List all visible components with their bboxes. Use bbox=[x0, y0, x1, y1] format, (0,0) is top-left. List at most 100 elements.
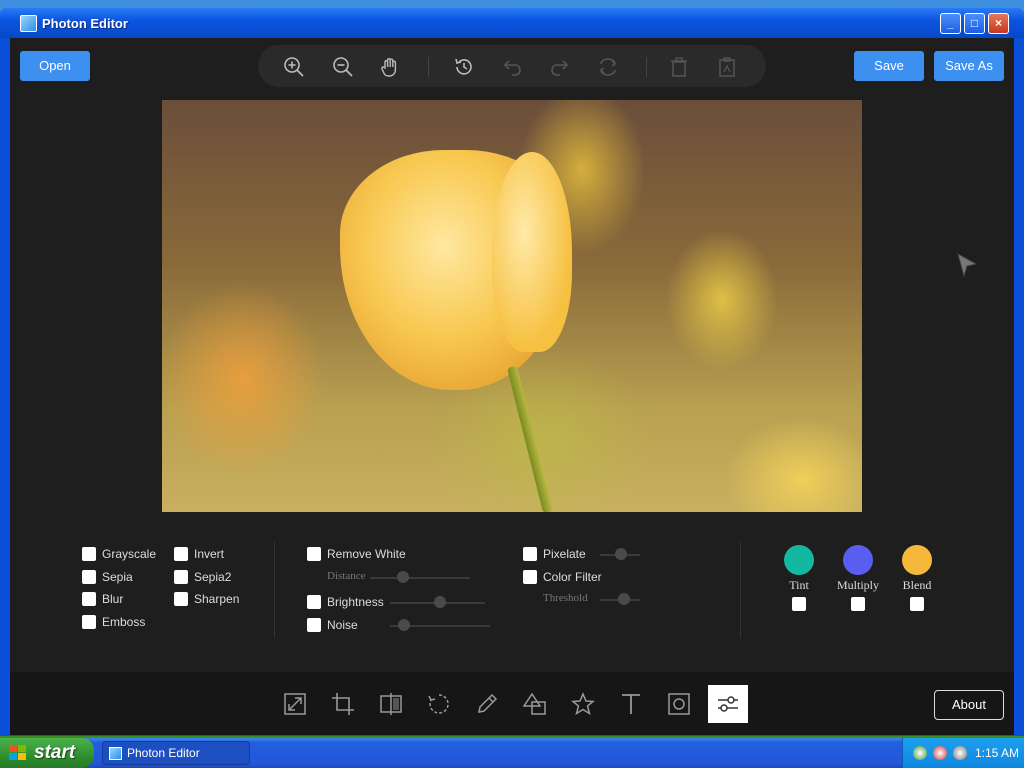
checkbox[interactable] bbox=[82, 615, 96, 629]
filter-blur[interactable]: Blur bbox=[82, 592, 123, 606]
system-tray: 1:15 AM bbox=[902, 738, 1024, 768]
threshold-label: Threshold bbox=[543, 592, 588, 604]
photo-content bbox=[492, 152, 572, 352]
checkbox[interactable] bbox=[307, 618, 321, 632]
taskbar: start Photon Editor 1:15 AM bbox=[0, 738, 1024, 768]
title-bar[interactable]: Photon Editor _ □ × bbox=[0, 8, 1024, 38]
filter-label: Sharpen bbox=[194, 592, 240, 606]
multiply-color-swatch[interactable] bbox=[843, 545, 873, 575]
checkbox[interactable] bbox=[307, 547, 321, 561]
save-as-button[interactable]: Save As bbox=[934, 51, 1004, 81]
filter-label: Color Filter bbox=[543, 570, 602, 584]
flip-icon[interactable] bbox=[371, 685, 411, 723]
filter-label: Grayscale bbox=[102, 547, 157, 561]
panel-divider bbox=[740, 542, 741, 638]
filter-label: Invert bbox=[194, 547, 225, 561]
start-button[interactable]: start bbox=[0, 738, 94, 768]
filters-icon[interactable] bbox=[708, 685, 748, 723]
zoom-out-icon[interactable] bbox=[332, 56, 354, 78]
history-icon[interactable] bbox=[453, 56, 475, 78]
save-button[interactable]: Save bbox=[854, 51, 924, 81]
checkbox[interactable] bbox=[523, 570, 537, 584]
toolbar-separator bbox=[428, 57, 429, 77]
filter-invert[interactable]: Invert bbox=[174, 547, 224, 561]
photo-canvas[interactable] bbox=[162, 100, 862, 512]
filter-sharpen[interactable]: Sharpen bbox=[174, 592, 239, 606]
top-toolbar bbox=[258, 45, 766, 87]
filter-label: Sepia2 bbox=[194, 570, 232, 584]
filter-sepia2[interactable]: Sepia2 bbox=[174, 570, 231, 584]
clock: 1:15 AM bbox=[975, 746, 1020, 760]
star-icon[interactable] bbox=[563, 685, 603, 723]
filter-color-filter[interactable]: Color Filter bbox=[523, 570, 602, 584]
checkbox[interactable] bbox=[82, 570, 96, 584]
network-icon[interactable] bbox=[913, 746, 927, 760]
draw-icon[interactable] bbox=[467, 685, 507, 723]
clear-icon[interactable] bbox=[716, 56, 738, 78]
volume-icon[interactable] bbox=[953, 746, 967, 760]
checkbox[interactable] bbox=[82, 547, 96, 561]
brightness-slider-knob[interactable] bbox=[434, 596, 446, 608]
filter-pixelate[interactable]: Pixelate bbox=[523, 547, 586, 561]
filter-sepia[interactable]: Sepia bbox=[82, 570, 133, 584]
blend-color-swatch[interactable] bbox=[902, 545, 932, 575]
delete-icon[interactable] bbox=[668, 56, 690, 78]
filter-label: Blur bbox=[102, 592, 124, 606]
checkbox[interactable] bbox=[174, 570, 188, 584]
multiply-checkbox[interactable] bbox=[851, 597, 865, 611]
windows-logo-icon bbox=[9, 745, 26, 760]
checkbox[interactable] bbox=[82, 592, 96, 606]
filter-brightness[interactable]: Brightness bbox=[307, 595, 384, 609]
rotate-icon[interactable] bbox=[419, 685, 459, 723]
window-title: Photon Editor bbox=[42, 16, 128, 31]
distance-slider-knob[interactable] bbox=[397, 571, 409, 583]
close-button[interactable]: × bbox=[988, 13, 1009, 34]
hand-icon[interactable] bbox=[379, 56, 401, 78]
minimize-button[interactable]: _ bbox=[940, 13, 961, 34]
app-window: Photon Editor _ □ × Open Save Save As Gr… bbox=[0, 8, 1024, 736]
checkbox[interactable] bbox=[307, 595, 321, 609]
distance-label: Distance bbox=[327, 570, 366, 582]
open-button[interactable]: Open bbox=[20, 51, 90, 81]
reset-icon[interactable] bbox=[597, 56, 619, 78]
tint-color-swatch[interactable] bbox=[784, 545, 814, 575]
blend-checkbox[interactable] bbox=[910, 597, 924, 611]
editor-client: Open Save Save As Grayscale Sepia Blur E… bbox=[10, 38, 1014, 735]
mouse-pointer-icon bbox=[957, 252, 978, 278]
filter-remove-white[interactable]: Remove White bbox=[307, 547, 406, 561]
checkbox[interactable] bbox=[174, 547, 188, 561]
filter-noise[interactable]: Noise bbox=[307, 618, 358, 632]
frame-icon[interactable] bbox=[659, 685, 699, 723]
bottom-toolbar: About bbox=[10, 672, 1014, 735]
checkbox[interactable] bbox=[174, 592, 188, 606]
filter-label: Sepia bbox=[102, 570, 133, 584]
distance-slider-track[interactable] bbox=[370, 577, 470, 579]
threshold-slider-knob[interactable] bbox=[618, 593, 630, 605]
photo-content bbox=[507, 365, 553, 512]
zoom-in-icon[interactable] bbox=[283, 56, 305, 78]
security-icon[interactable] bbox=[933, 746, 947, 760]
shapes-icon[interactable] bbox=[515, 685, 555, 723]
taskbar-item-label: Photon Editor bbox=[127, 746, 200, 760]
resize-icon[interactable] bbox=[275, 685, 315, 723]
taskbar-item-photon-editor[interactable]: Photon Editor bbox=[102, 741, 250, 765]
app-icon bbox=[109, 747, 122, 760]
filter-label: Remove White bbox=[327, 547, 406, 561]
start-label: start bbox=[34, 742, 76, 763]
crop-icon[interactable] bbox=[323, 685, 363, 723]
filter-label: Pixelate bbox=[543, 547, 586, 561]
noise-slider-knob[interactable] bbox=[398, 619, 410, 631]
filter-grayscale[interactable]: Grayscale bbox=[82, 547, 156, 561]
redo-icon[interactable] bbox=[549, 56, 571, 78]
about-button[interactable]: About bbox=[934, 690, 1004, 720]
maximize-button[interactable]: □ bbox=[964, 13, 985, 34]
app-icon bbox=[20, 15, 37, 32]
undo-icon[interactable] bbox=[501, 56, 523, 78]
text-icon[interactable] bbox=[611, 685, 651, 723]
tint-checkbox[interactable] bbox=[792, 597, 806, 611]
filter-label: Noise bbox=[327, 618, 358, 632]
filter-emboss[interactable]: Emboss bbox=[82, 615, 145, 629]
toolbar-separator bbox=[646, 57, 647, 77]
checkbox[interactable] bbox=[523, 547, 537, 561]
pixelate-slider-knob[interactable] bbox=[615, 548, 627, 560]
